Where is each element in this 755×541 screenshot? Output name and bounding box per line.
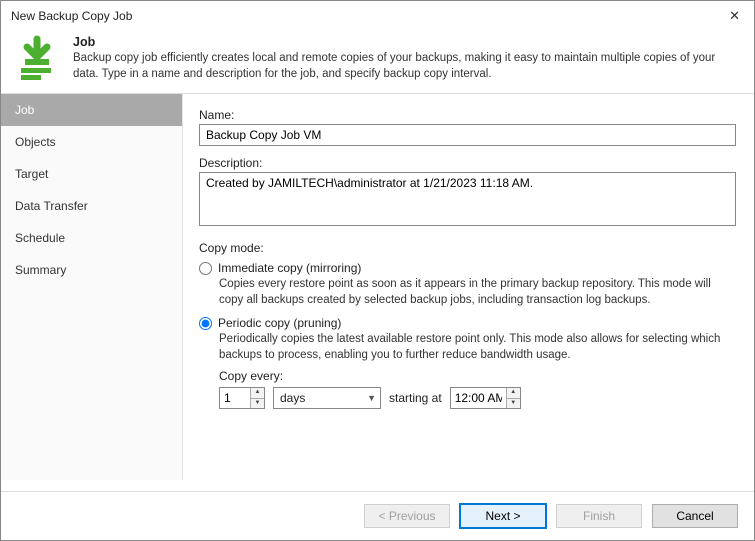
cancel-button[interactable]: Cancel	[652, 504, 738, 528]
next-button[interactable]: Next >	[460, 504, 546, 528]
name-label: Name:	[199, 108, 736, 122]
interval-unit-select[interactable]: days ▼	[273, 387, 381, 409]
window-title: New Backup Copy Job	[11, 9, 132, 23]
sidebar-item-target[interactable]: Target	[1, 158, 182, 190]
header-subtitle: Backup copy job efficiently creates loca…	[73, 51, 742, 82]
sidebar-item-schedule[interactable]: Schedule	[1, 222, 182, 254]
copy-every-label: Copy every:	[219, 369, 736, 383]
radio-immediate-label: Immediate copy (mirroring)	[218, 261, 361, 275]
sidebar-item-objects[interactable]: Objects	[1, 126, 182, 158]
start-time-value[interactable]	[451, 388, 506, 408]
main-panel: Name: Description: Copy mode: Immediate …	[183, 94, 754, 480]
sidebar-item-summary[interactable]: Summary	[1, 254, 182, 286]
description-label: Description:	[199, 156, 736, 170]
close-icon[interactable]: ✕	[723, 6, 746, 26]
radio-periodic-copy[interactable]	[199, 317, 212, 330]
sidebar-item-data-transfer[interactable]: Data Transfer	[1, 190, 182, 222]
start-time-spin-buttons[interactable]: ▲▼	[506, 388, 520, 408]
start-time-stepper[interactable]: ▲▼	[450, 387, 521, 409]
finish-button: Finish	[556, 504, 642, 528]
interval-stepper[interactable]: ▲▼	[219, 387, 265, 409]
chevron-down-icon: ▼	[367, 393, 376, 403]
radio-immediate-copy[interactable]	[199, 262, 212, 275]
interval-unit-value: days	[280, 391, 305, 405]
job-backup-icon	[13, 35, 61, 83]
wizard-footer: < Previous Next > Finish Cancel	[1, 491, 754, 540]
radio-immediate-desc: Copies every restore point as soon as it…	[219, 277, 736, 308]
titlebar: New Backup Copy Job ✕	[1, 1, 754, 29]
interval-value[interactable]	[220, 388, 250, 408]
wizard-steps: Job Objects Target Data Transfer Schedul…	[1, 94, 183, 480]
description-field[interactable]	[199, 172, 736, 226]
name-field[interactable]	[199, 124, 736, 146]
radio-periodic-desc: Periodically copies the latest available…	[219, 332, 736, 363]
wizard-header: Job Backup copy job efficiently creates …	[1, 29, 754, 94]
header-title: Job	[73, 35, 95, 49]
starting-at-label: starting at	[389, 391, 442, 405]
radio-periodic-label: Periodic copy (pruning)	[218, 316, 341, 330]
previous-button: < Previous	[364, 504, 450, 528]
copymode-label: Copy mode:	[199, 241, 736, 255]
interval-spin-buttons[interactable]: ▲▼	[250, 388, 264, 408]
sidebar-item-job[interactable]: Job	[1, 94, 182, 126]
